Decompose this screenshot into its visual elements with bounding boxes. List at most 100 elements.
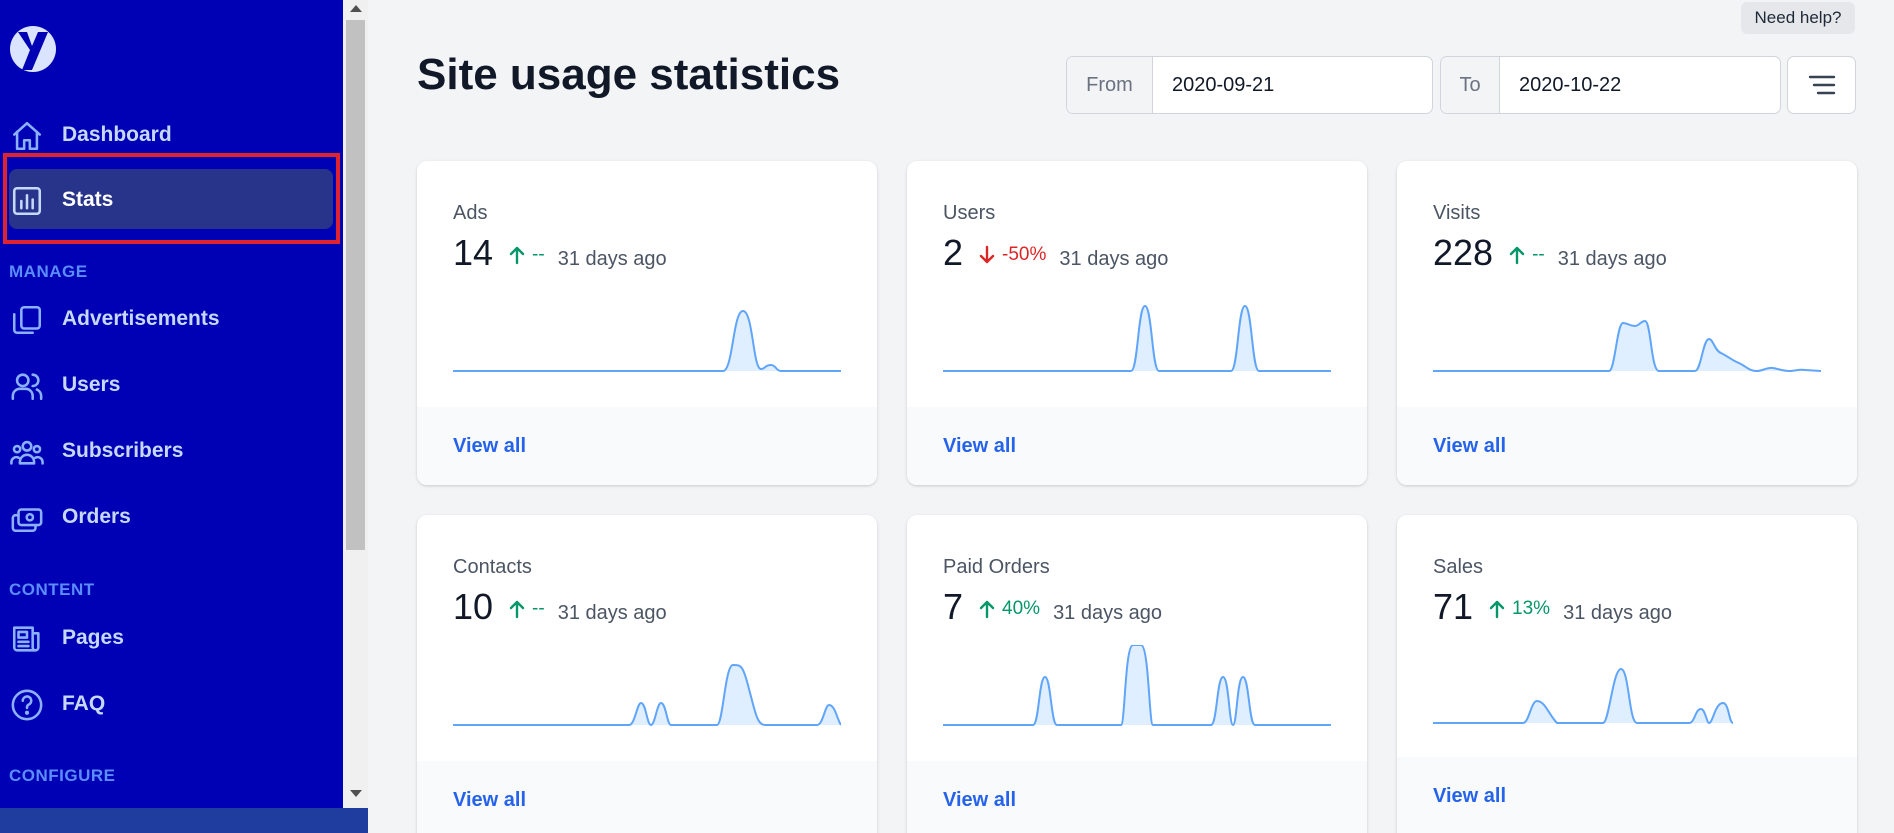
filter-lines-icon <box>1808 75 1835 95</box>
chart-bar-icon <box>12 186 42 216</box>
sidebar-item-stats[interactable]: Stats <box>0 170 343 230</box>
card-title: Ads <box>453 202 488 224</box>
sparkline-chart <box>1433 319 1821 373</box>
from-date-group: From 2020-09-21 <box>1066 56 1433 114</box>
sparkline-chart <box>453 309 841 372</box>
sidebar-item-label: Advertisements <box>62 307 220 330</box>
card-change: -- <box>1508 244 1545 266</box>
sidebar-item-users[interactable]: Users <box>0 355 343 415</box>
card-footer: View all <box>907 761 1367 833</box>
page-title: Site usage statistics <box>417 50 841 99</box>
view-all-link[interactable]: View all <box>943 435 1016 458</box>
arrow-down-icon <box>979 245 995 264</box>
card-change: 40% <box>978 598 1040 620</box>
card-period: 31 days ago <box>557 248 667 270</box>
from-date-input[interactable]: 2020-09-21 <box>1153 57 1274 113</box>
card-value: 14 <box>453 232 494 273</box>
card-value: 10 <box>453 586 494 627</box>
stat-card-sales: Sales 71 13% 31 days ago View all <box>1397 515 1857 833</box>
card-footer: View all <box>1397 757 1857 833</box>
sparkline-chart <box>453 663 841 727</box>
card-value: 228 <box>1433 232 1494 273</box>
section-configure: CONFIGURE <box>9 766 116 785</box>
stat-card-users: Users 2 -50% 31 days ago View all <box>907 161 1367 485</box>
sparkline-chart <box>1433 667 1734 725</box>
view-all-link[interactable]: View all <box>1433 435 1506 458</box>
arrow-up-icon <box>509 246 525 265</box>
duplicate-icon <box>12 305 42 335</box>
card-change-value: -50% <box>1002 244 1047 265</box>
card-period: 31 days ago <box>1053 602 1163 624</box>
scroll-thumb[interactable] <box>346 20 365 550</box>
card-value: 2 <box>943 232 964 273</box>
card-change: 13% <box>1488 598 1550 620</box>
card-change: -- <box>508 598 545 620</box>
sidebar-item-label: Dashboard <box>62 123 172 146</box>
card-title: Contacts <box>453 556 532 578</box>
card-title: Sales <box>1433 556 1484 578</box>
card-change-value: 13% <box>1512 598 1551 619</box>
card-period: 31 days ago <box>1059 248 1169 270</box>
card-change-value: 40% <box>1002 598 1041 619</box>
to-label: To <box>1441 57 1500 113</box>
card-period: 31 days ago <box>1563 602 1673 624</box>
sidebar-scrollbar[interactable] <box>343 0 368 808</box>
sparkline-chart <box>943 304 1331 372</box>
sidebar-item-advertisements[interactable]: Advertisements <box>0 289 343 349</box>
from-label: From <box>1067 57 1153 113</box>
card-value: 7 <box>943 586 964 627</box>
scroll-down-arrow-icon[interactable] <box>350 790 362 797</box>
sidebar-item-label: Pages <box>62 626 124 649</box>
card-footer: View all <box>907 407 1367 485</box>
sidebar-item-subscribers[interactable]: Subscribers <box>0 421 343 481</box>
card-change: -- <box>508 244 545 266</box>
stat-card-visits: Visits 228 -- 31 days ago View all <box>1397 161 1857 485</box>
need-help-button[interactable]: Need help? <box>1741 2 1855 34</box>
stat-card-ads: Ads 14 -- 31 days ago View all <box>417 161 877 485</box>
sidebar-item-dashboard[interactable]: Dashboard <box>0 105 343 165</box>
card-title: Users <box>943 202 996 224</box>
users-icon <box>11 373 43 401</box>
user-group-icon <box>10 440 44 465</box>
view-all-link[interactable]: View all <box>943 789 1016 812</box>
sparkline-chart <box>943 645 1331 727</box>
sidebar: Dashboard Stats MANAGE Advertisements Us… <box>0 0 343 833</box>
filter-button[interactable] <box>1787 56 1856 114</box>
view-all-link[interactable]: View all <box>453 435 526 458</box>
card-period: 31 days ago <box>1557 248 1667 270</box>
card-period: 31 days ago <box>557 602 667 624</box>
card-footer: View all <box>417 407 877 485</box>
sidebar-item-pages[interactable]: Pages <box>0 608 343 668</box>
to-date-group: To 2020-10-22 <box>1440 56 1781 114</box>
sidebar-item-orders[interactable]: Orders <box>0 487 343 547</box>
arrow-up-icon <box>1489 600 1505 619</box>
sidebar-item-label: FAQ <box>62 692 106 715</box>
stat-card-contacts: Contacts 10 -- 31 days ago View all <box>417 515 877 833</box>
arrow-up-icon <box>979 600 995 619</box>
stat-card-paid-orders: Paid Orders 7 40% 31 days ago View all <box>907 515 1367 833</box>
question-circle-icon <box>11 689 43 721</box>
card-change-value: -- <box>532 598 545 619</box>
card-change-value: -- <box>1532 244 1545 265</box>
card-footer: View all <box>417 761 877 833</box>
card-change-value: -- <box>532 244 545 265</box>
view-all-link[interactable]: View all <box>453 789 526 812</box>
sidebar-item-faq[interactable]: FAQ <box>0 674 343 734</box>
view-all-link[interactable]: View all <box>1433 785 1506 808</box>
sidebar-item-label: Subscribers <box>62 439 184 462</box>
y-logo-icon[interactable] <box>8 24 58 74</box>
to-date-input[interactable]: 2020-10-22 <box>1500 57 1621 113</box>
card-title: Paid Orders <box>943 556 1050 578</box>
card-title: Visits <box>1433 202 1481 224</box>
section-content: CONTENT <box>9 580 95 599</box>
sidebar-item-label: Orders <box>62 505 131 528</box>
newspaper-icon <box>12 626 40 652</box>
sidebar-footer <box>0 808 368 833</box>
sidebar-item-label: Users <box>62 373 121 396</box>
cash-icon <box>11 508 43 533</box>
section-manage: MANAGE <box>9 262 88 281</box>
scroll-up-arrow-icon[interactable] <box>350 5 362 12</box>
card-change: -50% <box>978 244 1046 266</box>
card-footer: View all <box>1397 407 1857 485</box>
arrow-up-icon <box>509 600 525 619</box>
